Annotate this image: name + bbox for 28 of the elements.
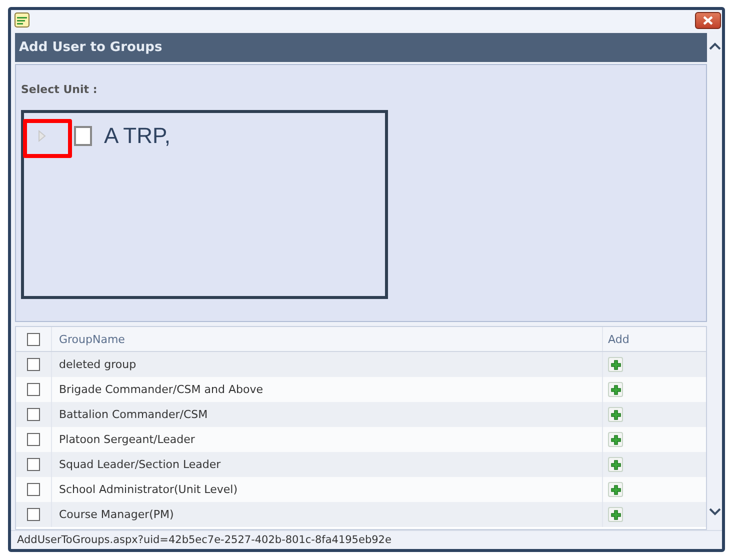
tree-item[interactable]: A TRP, — [104, 123, 170, 149]
column-header[interactable]: GroupName — [59, 332, 125, 346]
group-name: School Administrator(Unit Level) — [59, 483, 238, 496]
column-header[interactable]: Add — [608, 332, 630, 346]
scroll-up-icon[interactable] — [708, 42, 720, 50]
row-checkbox[interactable] — [27, 433, 40, 446]
highlight-frame — [23, 119, 72, 158]
close-icon[interactable] — [703, 16, 713, 24]
dialog-title: Add User to Groups — [19, 40, 162, 55]
row-checkbox[interactable] — [27, 458, 40, 471]
group-name: Platoon Sergeant/Leader — [59, 433, 195, 446]
select-unit-label: Select Unit : — [21, 83, 98, 96]
notepad-icon — [14, 12, 30, 28]
group-name: deleted group — [59, 358, 136, 371]
group-name: Squad Leader/Section Leader — [59, 458, 221, 471]
row-checkbox[interactable] — [27, 383, 40, 396]
close-button[interactable] — [695, 12, 721, 28]
group-name: Battalion Commander/CSM — [59, 408, 208, 421]
group-name: Brigade Commander/CSM and Above — [59, 383, 263, 396]
row-checkbox[interactable] — [27, 408, 40, 421]
status-url: AddUserToGroups.aspx?uid=42b5ec7e-2527-402b-801c-8fa4195eb92e — [17, 534, 392, 546]
tree-checkbox[interactable] — [74, 126, 92, 146]
group-name: Course Manager(PM) — [59, 508, 174, 521]
select-all-checkbox[interactable] — [27, 332, 40, 346]
row-checkbox[interactable] — [27, 358, 40, 371]
scroll-down-icon[interactable] — [708, 508, 720, 516]
row-checkbox[interactable] — [27, 483, 40, 496]
row-checkbox[interactable] — [27, 508, 40, 521]
